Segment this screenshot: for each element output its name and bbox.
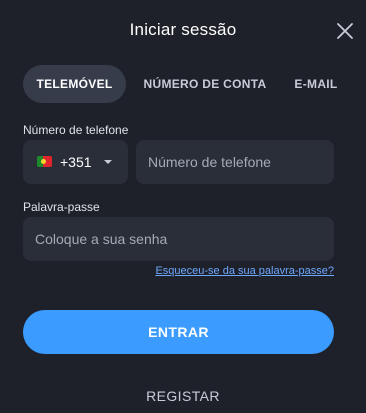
country-code: +351 (60, 154, 92, 170)
login-button[interactable]: ENTRAR (23, 310, 334, 354)
register-link[interactable]: REGISTAR (0, 388, 366, 404)
phone-label: Número de telefone (23, 123, 129, 137)
login-modal: Iniciar sessão TELEMÓVEL NÚMERO DE CONTA… (0, 0, 366, 413)
password-input[interactable] (23, 217, 334, 261)
password-label: Palavra-passe (23, 200, 100, 214)
forgot-password-link[interactable]: Esqueceu-se da sua palavra-passe? (155, 265, 334, 277)
country-code-select[interactable]: +351 (23, 140, 128, 184)
portugal-flag-icon (37, 156, 52, 167)
phone-input[interactable] (136, 140, 334, 184)
modal-title: Iniciar sessão (129, 20, 237, 39)
close-icon[interactable] (336, 22, 354, 40)
tab-numero-de-conta[interactable]: NÚMERO DE CONTA (135, 65, 275, 103)
login-method-tabs: TELEMÓVEL NÚMERO DE CONTA E-MAIL (23, 65, 343, 103)
chevron-down-icon (104, 160, 112, 164)
tab-telemovel[interactable]: TELEMÓVEL (23, 65, 126, 103)
tab-email[interactable]: E-MAIL (289, 65, 343, 103)
